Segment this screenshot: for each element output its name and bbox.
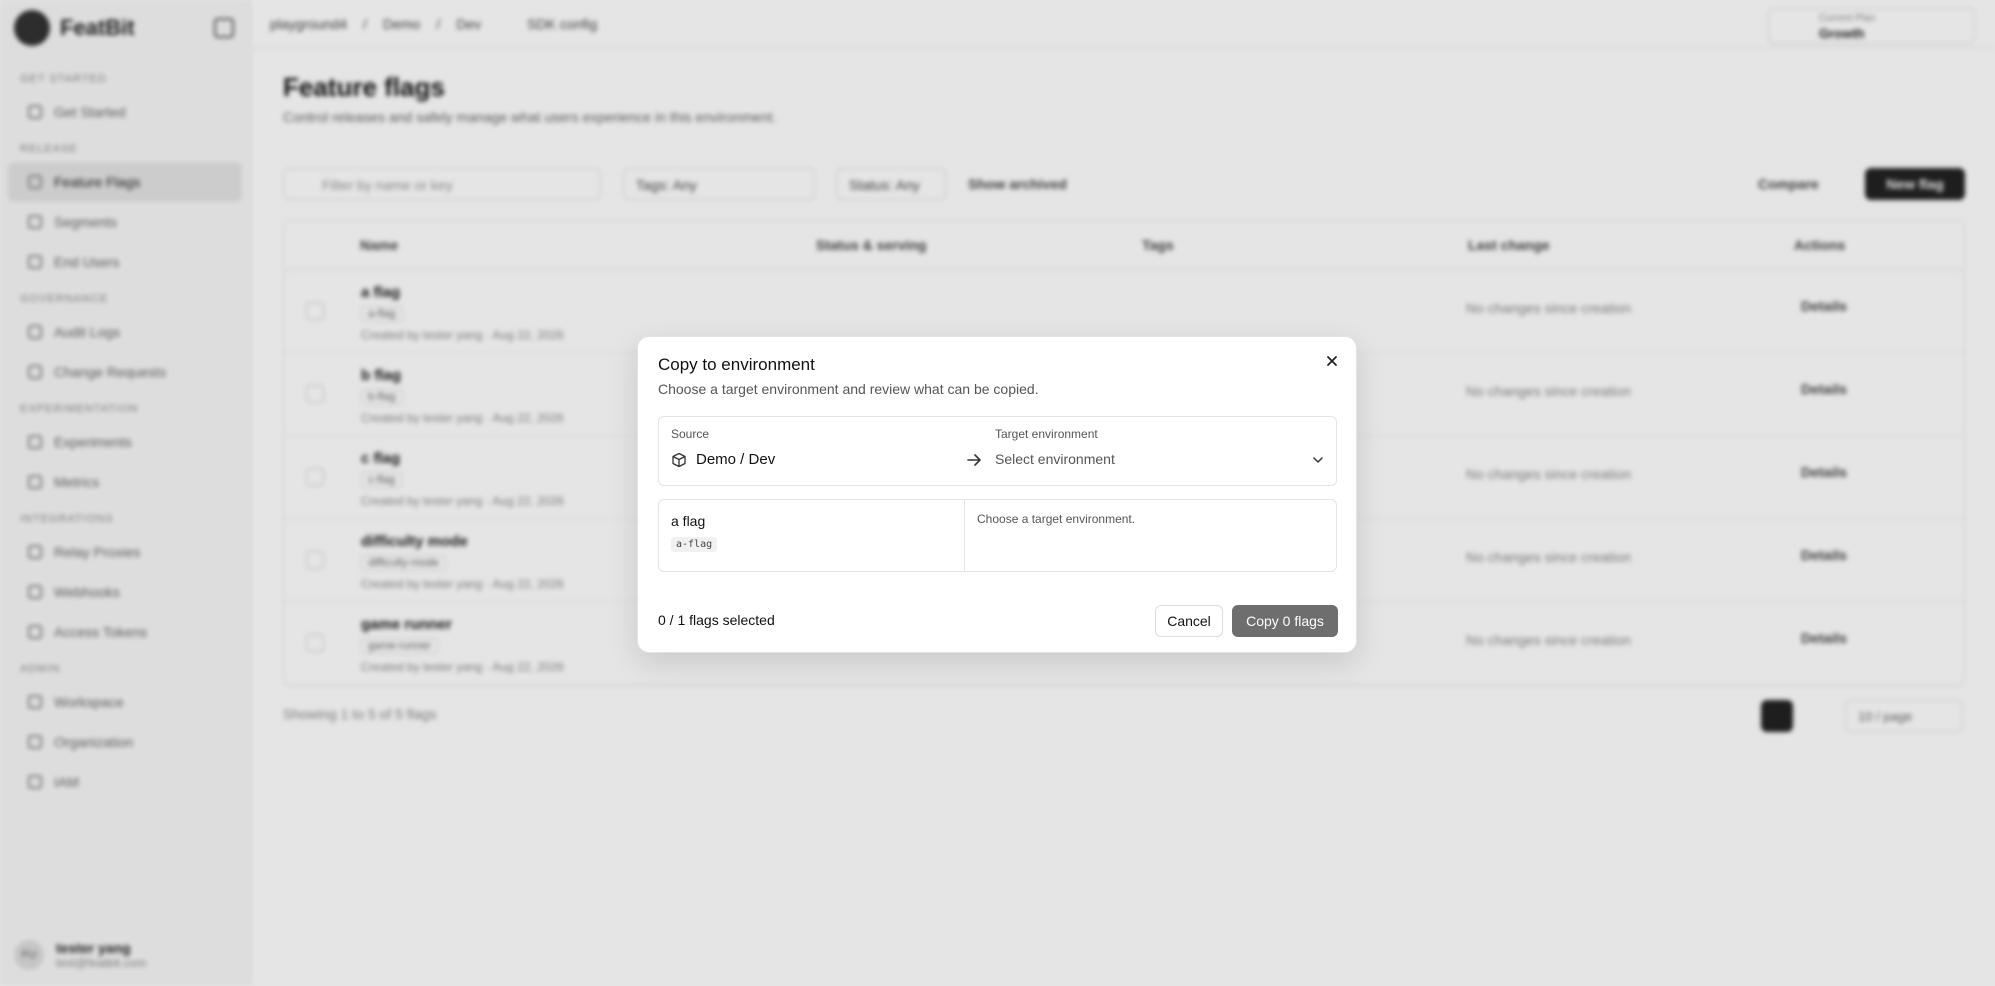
source-label: Source — [671, 427, 710, 441]
dialog-title: Copy to environment — [658, 355, 815, 374]
flag-name: a flag — [671, 513, 706, 529]
list-item[interactable]: a flag a-flag — [659, 500, 965, 571]
cube-icon — [672, 452, 686, 467]
cancel-button[interactable]: Cancel — [1155, 605, 1223, 637]
source-environment: Demo / Dev — [696, 451, 776, 468]
copy-flags-button[interactable]: Copy 0 flags — [1232, 605, 1338, 637]
target-placeholder: Select environment — [995, 451, 1115, 467]
flag-key: a-flag — [671, 537, 718, 552]
chevron-down-icon — [1311, 453, 1325, 467]
dialog-description: Choose a target environment and review w… — [658, 381, 1039, 397]
copy-to-environment-dialog: Copy to environment Choose a target envi… — [637, 336, 1357, 653]
environment-selection: Source Demo / Dev Target environment Sel… — [658, 416, 1337, 486]
flag-list: a flag a-flag Choose a target environmen… — [658, 499, 1337, 572]
close-icon[interactable] — [1320, 349, 1344, 373]
selected-count: 0 / 1 flags selected — [658, 612, 775, 628]
target-hint: Choose a target environment. — [977, 512, 1136, 526]
arrow-right-icon — [965, 451, 983, 469]
target-label: Target environment — [995, 427, 1098, 441]
source-value: Demo / Dev — [671, 451, 775, 468]
target-environment-select[interactable]: Select environment — [995, 447, 1325, 475]
